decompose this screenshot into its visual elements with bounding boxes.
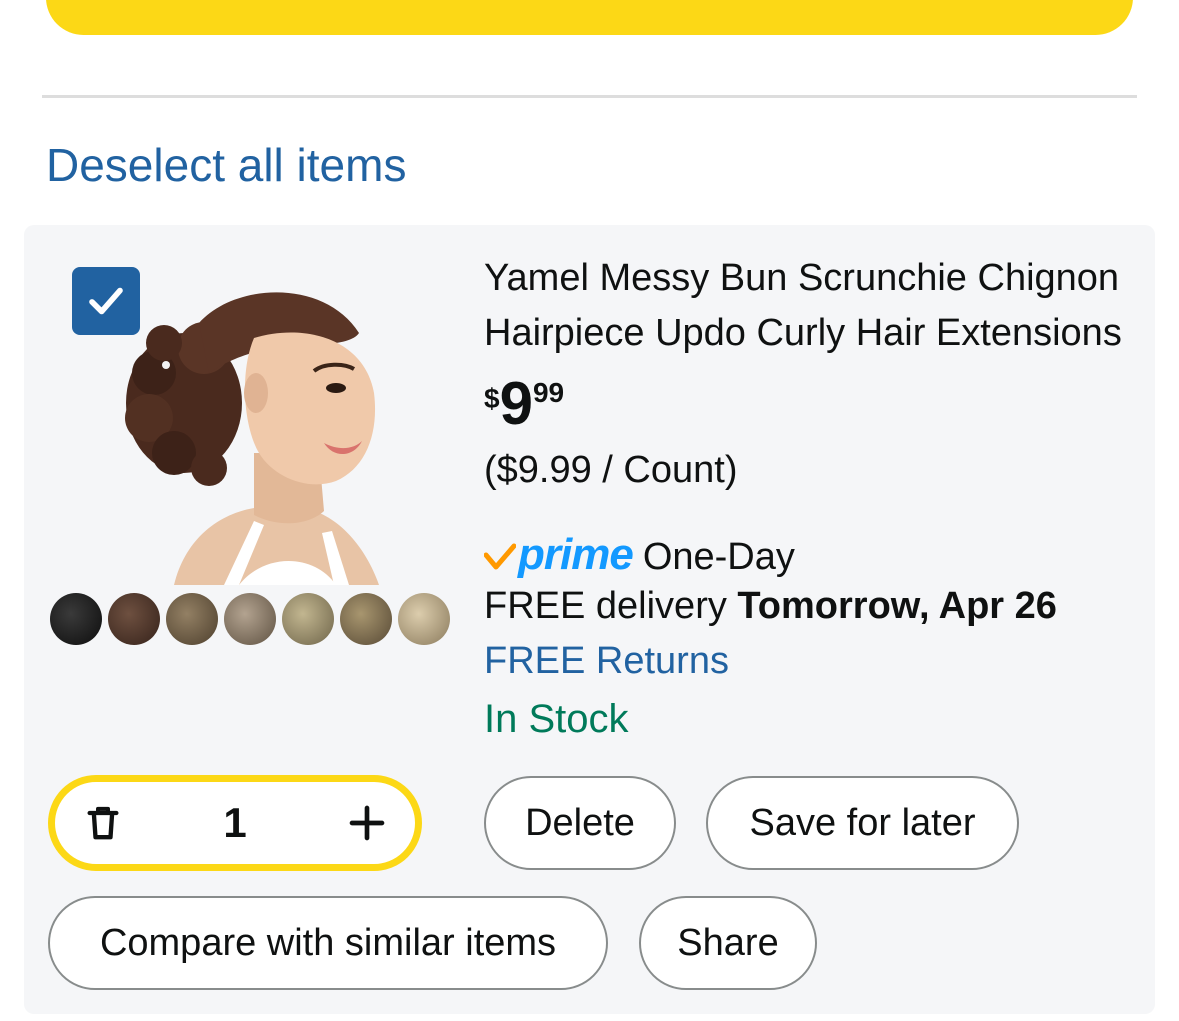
increase-quantity-button[interactable] bbox=[345, 801, 389, 845]
quantity-stepper: 1 bbox=[48, 775, 422, 871]
price-symbol: $ bbox=[484, 383, 500, 414]
share-button[interactable]: Share bbox=[639, 896, 817, 990]
variant-swatch[interactable] bbox=[166, 593, 218, 645]
deselect-all-link[interactable]: Deselect all items bbox=[46, 138, 406, 192]
product-image[interactable] bbox=[104, 253, 394, 585]
free-returns-link[interactable]: FREE Returns bbox=[484, 633, 1134, 689]
cart-page: Deselect all items Yamel Messy Bun Scrun… bbox=[0, 0, 1179, 1021]
prime-delivery-speed: One-Day bbox=[642, 536, 795, 578]
prime-check-icon bbox=[484, 543, 516, 570]
delivery-prefix: FREE delivery bbox=[484, 585, 727, 627]
stock-status: In Stock bbox=[484, 697, 629, 741]
product-title[interactable]: Yamel Messy Bun Scrunchie Chignon Hairpi… bbox=[484, 251, 1134, 361]
divider bbox=[42, 95, 1137, 98]
save-for-later-button[interactable]: Save for later bbox=[706, 776, 1019, 870]
variant-swatch[interactable] bbox=[340, 593, 392, 645]
remove-item-button[interactable] bbox=[81, 801, 125, 845]
product-photo-icon bbox=[125, 292, 379, 585]
proceed-to-checkout-button[interactable] bbox=[46, 0, 1133, 35]
variant-swatches bbox=[50, 593, 450, 645]
item-select-checkbox[interactable] bbox=[72, 267, 140, 335]
trash-icon bbox=[87, 806, 119, 840]
variant-swatch[interactable] bbox=[224, 593, 276, 645]
unit-price: ($9.99 / Count) bbox=[484, 449, 738, 491]
delivery-date: Tomorrow, Apr 26 bbox=[737, 585, 1057, 627]
compare-similar-button[interactable]: Compare with similar items bbox=[48, 896, 608, 990]
quantity-value: 1 bbox=[223, 799, 247, 846]
plus-icon bbox=[349, 805, 385, 841]
price-whole: 9 bbox=[499, 370, 533, 437]
cart-item: Yamel Messy Bun Scrunchie Chignon Hairpi… bbox=[24, 225, 1155, 1014]
delete-button[interactable]: Delete bbox=[484, 776, 676, 870]
variant-swatch[interactable] bbox=[282, 593, 334, 645]
variant-swatch[interactable] bbox=[398, 593, 450, 645]
prime-badge-row: prime One-Day bbox=[484, 525, 1134, 579]
price-fraction: 99 bbox=[532, 377, 565, 408]
prime-logo: prime bbox=[518, 530, 634, 579]
variant-swatch[interactable] bbox=[108, 593, 160, 645]
price: $ 9 99 bbox=[484, 371, 1134, 441]
checkmark-icon bbox=[89, 287, 123, 315]
item-details: Yamel Messy Bun Scrunchie Chignon Hairpi… bbox=[484, 251, 1134, 749]
delivery-info: FREE delivery Tomorrow, Apr 26 bbox=[484, 579, 1134, 633]
variant-swatch[interactable] bbox=[50, 593, 102, 645]
